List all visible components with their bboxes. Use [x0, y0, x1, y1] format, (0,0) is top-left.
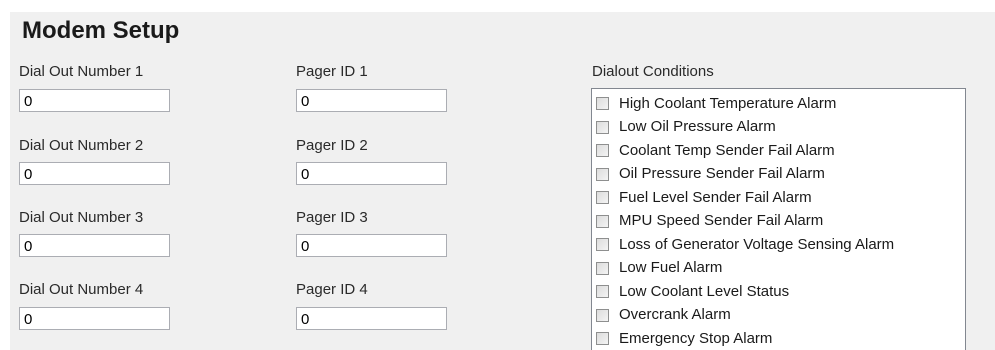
pager-id-1-field[interactable]	[296, 89, 447, 112]
condition-label: High Coolant Temperature Alarm	[619, 94, 837, 112]
dial-out-number-2-label: Dial Out Number 2	[19, 137, 144, 154]
condition-fuel-level-sender-fail-alarm[interactable]: Fuel Level Sender Fail Alarm	[592, 186, 965, 210]
pager-id-3-label: Pager ID 3	[296, 209, 368, 226]
checkbox[interactable]	[596, 261, 609, 275]
dial-out-number-3-label: Dial Out Number 3	[19, 209, 144, 226]
condition-label: MPU Speed Sender Fail Alarm	[619, 212, 824, 230]
condition-label: Low Fuel Alarm	[619, 259, 723, 277]
dial-out-number-2-field[interactable]	[19, 162, 170, 185]
checkbox[interactable]	[596, 144, 609, 158]
condition-label: Loss of Generator Voltage Sensing Alarm	[619, 235, 895, 253]
checkbox[interactable]	[596, 120, 609, 134]
condition-overcrank-alarm[interactable]: Overcrank Alarm	[592, 304, 965, 328]
condition-emergency-stop-alarm[interactable]: Emergency Stop Alarm	[592, 327, 965, 350]
condition-low-oil-pressure-alarm[interactable]: Low Oil Pressure Alarm	[592, 116, 965, 140]
condition-label: Fuel Level Sender Fail Alarm	[619, 188, 812, 206]
dial-out-number-3-field[interactable]	[19, 234, 170, 257]
checkbox[interactable]	[596, 167, 609, 181]
condition-low-coolant-level-status[interactable]: Low Coolant Level Status	[592, 280, 965, 304]
dialout-conditions-label: Dialout Conditions	[592, 63, 714, 80]
checkbox[interactable]	[596, 214, 609, 228]
condition-coolant-temp-sender-fail-alarm[interactable]: Coolant Temp Sender Fail Alarm	[592, 139, 965, 163]
checkbox[interactable]	[596, 332, 609, 346]
condition-label: Oil Pressure Sender Fail Alarm	[619, 165, 825, 183]
pager-id-1-label: Pager ID 1	[296, 63, 368, 80]
dial-out-number-4-label: Dial Out Number 4	[19, 281, 144, 298]
dial-out-number-1-field[interactable]	[19, 89, 170, 112]
condition-mpu-speed-sender-fail-alarm[interactable]: MPU Speed Sender Fail Alarm	[592, 210, 965, 234]
condition-label: Emergency Stop Alarm	[619, 329, 773, 347]
condition-label: Low Oil Pressure Alarm	[619, 118, 776, 136]
pager-id-3-field[interactable]	[296, 234, 447, 257]
pager-id-4-label: Pager ID 4	[296, 281, 368, 298]
checkbox[interactable]	[596, 308, 609, 322]
pager-id-2-label: Pager ID 2	[296, 137, 368, 154]
condition-label: Low Coolant Level Status	[619, 282, 790, 300]
condition-label: Overcrank Alarm	[619, 306, 731, 324]
pager-id-4-field[interactable]	[296, 307, 447, 330]
condition-low-fuel-alarm[interactable]: Low Fuel Alarm	[592, 257, 965, 281]
condition-high-coolant-temperature-alarm[interactable]: High Coolant Temperature Alarm	[592, 92, 965, 116]
checkbox[interactable]	[596, 191, 609, 205]
checkbox[interactable]	[596, 238, 609, 252]
pager-id-2-field[interactable]	[296, 162, 447, 185]
checkbox[interactable]	[596, 97, 609, 111]
checkbox[interactable]	[596, 285, 609, 299]
dial-out-number-1-label: Dial Out Number 1	[19, 63, 144, 80]
dialout-conditions-checklist[interactable]: High Coolant Temperature Alarm Low Oil P…	[591, 88, 966, 350]
condition-label: Coolant Temp Sender Fail Alarm	[619, 141, 835, 159]
condition-oil-pressure-sender-fail-alarm[interactable]: Oil Pressure Sender Fail Alarm	[592, 163, 965, 187]
condition-loss-of-generator-voltage-sensing-alarm[interactable]: Loss of Generator Voltage Sensing Alarm	[592, 233, 965, 257]
page-title: Modem Setup	[22, 17, 180, 44]
dial-out-number-4-field[interactable]	[19, 307, 170, 330]
